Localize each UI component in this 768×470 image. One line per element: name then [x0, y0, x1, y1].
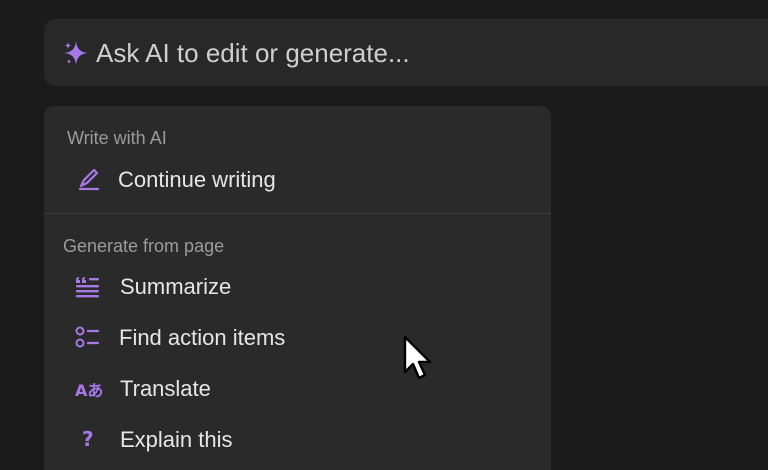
translate-icon: Aあ [75, 381, 104, 400]
menu-item-find-action-items[interactable]: Find action items [60, 314, 536, 360]
mouse-pointer-icon [403, 335, 432, 380]
menu-item-label: Translate [120, 376, 211, 401]
menu-item-explain-this[interactable]: ? Explain this [60, 416, 536, 462]
ai-prompt-bar [44, 19, 768, 86]
menu-item-continue-writing[interactable]: Continue writing [60, 156, 536, 202]
section-divider [44, 213, 551, 214]
menu-item-label: Continue writing [118, 167, 276, 192]
menu-item-label: Find action items [119, 325, 286, 350]
menu-item-label: Summarize [120, 274, 232, 299]
menu-item-summarize[interactable]: Summarize [60, 263, 536, 309]
sparkle-icon [64, 41, 88, 65]
question-icon: ? [82, 427, 94, 451]
ai-command-menu: Write with AI Continue writing Generate … [44, 106, 551, 470]
checklist-icon [75, 326, 100, 348]
summarize-icon [76, 277, 99, 298]
menu-item-translate[interactable]: Aあ Translate [60, 365, 536, 411]
pen-icon [78, 168, 100, 191]
menu-item-label: Explain this [120, 427, 233, 452]
section-title-generate-from-page: Generate from page [63, 236, 225, 256]
ai-prompt-input[interactable] [96, 33, 756, 73]
section-title-write-with-ai: Write with AI [67, 128, 167, 148]
